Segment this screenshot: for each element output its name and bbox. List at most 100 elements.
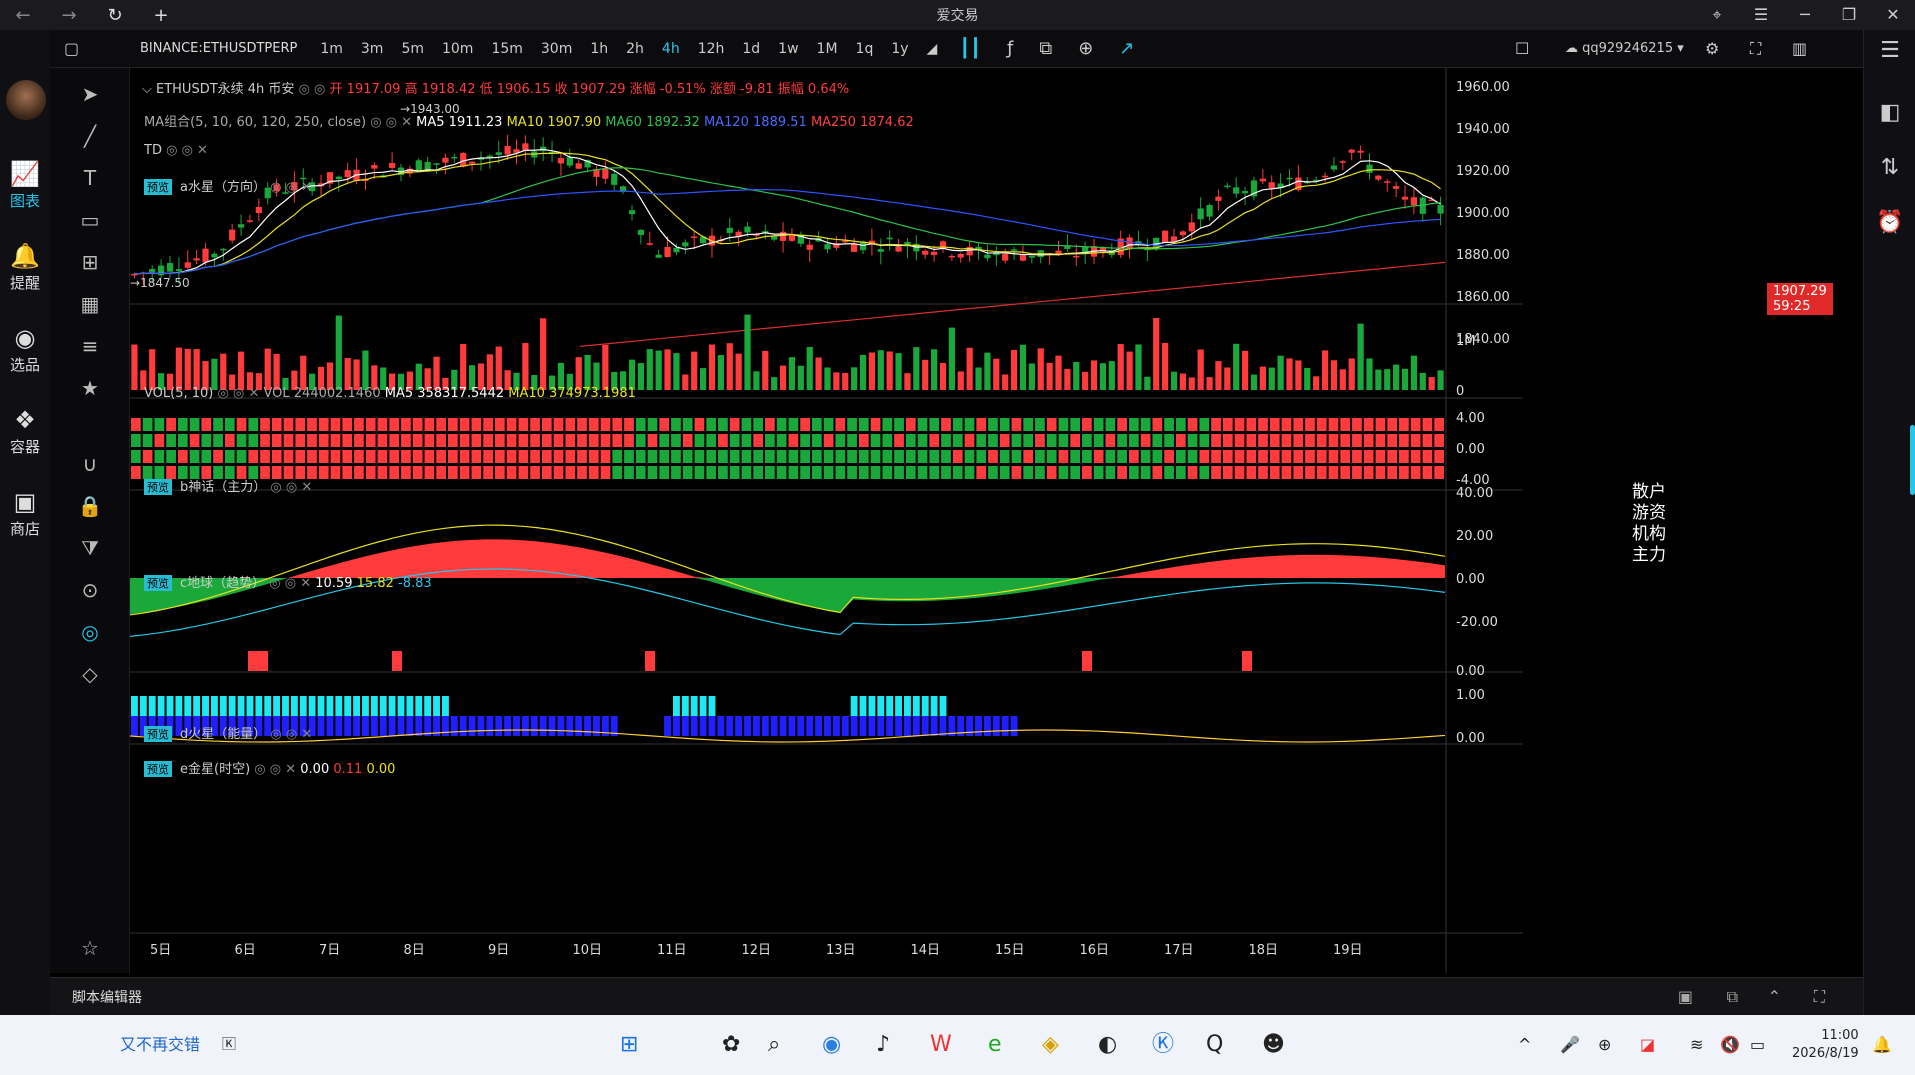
- settings-icon[interactable]: ⚙: [1705, 30, 1719, 68]
- indicator-icon[interactable]: ƒ: [994, 38, 1026, 59]
- taskbar-app-icon[interactable]: ◉: [822, 1015, 841, 1075]
- minimize-icon[interactable]: ─: [1783, 0, 1827, 30]
- signal-cell: [1164, 450, 1174, 463]
- list-icon[interactable]: ☰: [1864, 38, 1915, 63]
- expand-icon[interactable]: ⛶: [1814, 987, 1825, 1007]
- browser-icon[interactable]: e: [988, 1015, 1002, 1075]
- reload-icon[interactable]: ↻: [92, 5, 138, 26]
- qq-icon[interactable]: ☻: [1262, 1015, 1285, 1075]
- nav-alert[interactable]: 🔔 提醒: [0, 240, 50, 293]
- tf-1y[interactable]: 1y: [882, 41, 917, 57]
- tiktok-icon[interactable]: ♪: [876, 1015, 890, 1075]
- chevron-up-icon[interactable]: ^: [1518, 1015, 1531, 1075]
- fullscreen-icon[interactable]: ⛶: [1750, 30, 1761, 68]
- rect-icon[interactable]: ▭: [50, 208, 130, 232]
- nav-chart[interactable]: 📈 图表: [0, 158, 50, 211]
- wifi-icon[interactable]: ≋: [1690, 1015, 1703, 1075]
- grid-icon[interactable]: ▦: [50, 292, 130, 316]
- cursor-icon[interactable]: ➤: [50, 82, 130, 106]
- compare-icon[interactable]: ⧉: [1026, 38, 1065, 59]
- windows-start-icon[interactable]: ⊞: [620, 1015, 638, 1075]
- cloud-user[interactable]: ☁ qq929246215 ▾: [1565, 30, 1684, 68]
- tray-app-icon[interactable]: ◪: [1640, 1015, 1655, 1075]
- preview-badge[interactable]: 预览: [144, 726, 172, 742]
- text-icon[interactable]: T: [50, 166, 130, 190]
- avatar[interactable]: [6, 80, 46, 120]
- preview-badge[interactable]: 预览: [144, 761, 172, 777]
- scrollbar[interactable]: [1910, 425, 1915, 495]
- clock[interactable]: 11:00 2026/8/19: [1792, 1027, 1859, 1063]
- target-icon[interactable]: ⊙: [50, 578, 130, 602]
- taskbar-text[interactable]: 又不再交错: [120, 1015, 200, 1075]
- trend-icon[interactable]: ↗: [1106, 38, 1147, 59]
- candle-type-icon[interactable]: ┃┃: [946, 38, 994, 59]
- alert-add-icon[interactable]: ⊕: [1065, 38, 1106, 59]
- window-icon[interactable]: ▣: [1678, 987, 1693, 1006]
- tf-more-icon[interactable]: ◢: [918, 41, 947, 57]
- tf-10m[interactable]: 10m: [433, 41, 482, 57]
- search-icon[interactable]: ⌕: [768, 1015, 780, 1075]
- keyboard-icon[interactable]: 🄺: [222, 1015, 236, 1075]
- eye-icon[interactable]: ◎: [50, 620, 130, 644]
- symbol-selector[interactable]: BINANCE:ETHUSDTPERP: [140, 41, 297, 56]
- magnet-icon[interactable]: ∪: [50, 452, 130, 476]
- layout-icon[interactable]: ▢: [64, 39, 79, 58]
- menu-icon[interactable]: ☰: [1739, 0, 1783, 30]
- notification-icon[interactable]: 🔔: [1872, 1015, 1892, 1075]
- clock-icon[interactable]: ⏰: [1864, 210, 1915, 235]
- preview-badge[interactable]: 预览: [144, 179, 172, 195]
- filter-icon[interactable]: ⧩: [50, 536, 130, 560]
- volume-icon[interactable]: 🔇: [1720, 1015, 1740, 1075]
- wps-icon[interactable]: W: [930, 1015, 952, 1075]
- lock-icon[interactable]: 🔒: [50, 494, 130, 518]
- tf-1h[interactable]: 1h: [581, 41, 617, 57]
- tf-1m[interactable]: 1m: [311, 41, 352, 57]
- close-icon[interactable]: ✕: [1871, 0, 1915, 30]
- nav-store[interactable]: ▣ 商店: [0, 486, 50, 539]
- mic-icon[interactable]: 🎤: [1560, 1015, 1580, 1075]
- nav-pick[interactable]: ◉ 选品: [0, 322, 50, 375]
- input-icon[interactable]: ⊕: [1598, 1015, 1611, 1075]
- tf-2h[interactable]: 2h: [617, 41, 653, 57]
- tf-5m[interactable]: 5m: [392, 41, 433, 57]
- tf-30m[interactable]: 30m: [532, 41, 581, 57]
- support-icon[interactable]: ⌖: [1695, 0, 1739, 30]
- forward-icon[interactable]: →: [46, 5, 92, 26]
- tf-1d[interactable]: 1d: [733, 41, 769, 57]
- panel-toggle-icon[interactable]: ◧: [1864, 100, 1915, 125]
- battery-icon[interactable]: ▭: [1750, 1015, 1765, 1075]
- chart-area[interactable]: 1960.00 1940.00 1920.00 1900.00 1880.00 1860.…: [130, 68, 1833, 973]
- taskbar-app-icon[interactable]: ✿: [722, 1015, 740, 1075]
- taskbar-app-icon[interactable]: Ⓚ: [1152, 1015, 1174, 1075]
- signal-cell: [858, 434, 869, 447]
- line-icon[interactable]: ╱: [50, 124, 130, 148]
- e-bar-blue: [379, 716, 387, 736]
- square-icon[interactable]: ☐: [1515, 30, 1529, 68]
- tf-4h[interactable]: 4h: [653, 41, 689, 57]
- trade-icon[interactable]: ⇅: [1864, 155, 1915, 180]
- preview-badge[interactable]: 预览: [144, 479, 172, 495]
- tf-3m[interactable]: 3m: [352, 41, 393, 57]
- script-editor-label[interactable]: 脚本编辑器: [72, 987, 142, 1007]
- back-icon[interactable]: ←: [0, 5, 46, 26]
- taskbar-app-icon[interactable]: ◈: [1042, 1015, 1059, 1075]
- tf-1M[interactable]: 1M: [808, 41, 847, 57]
- tf-1q[interactable]: 1q: [847, 41, 883, 57]
- tf-1w[interactable]: 1w: [769, 41, 807, 57]
- eraser-icon[interactable]: ◇: [50, 662, 130, 686]
- new-tab-icon[interactable]: +: [138, 5, 184, 26]
- detach-icon[interactable]: ⧉: [1727, 987, 1738, 1007]
- chevron-up-icon[interactable]: ⌃: [1768, 987, 1781, 1006]
- maximize-icon[interactable]: ❐: [1827, 0, 1871, 30]
- taskbar-app-icon[interactable]: ◐: [1098, 1015, 1117, 1075]
- panel-icon[interactable]: ▥: [1792, 30, 1807, 68]
- taskbar-app-icon[interactable]: Q: [1206, 1015, 1223, 1075]
- fib-icon[interactable]: ≡: [50, 334, 130, 358]
- tf-15m[interactable]: 15m: [482, 41, 531, 57]
- measure-icon[interactable]: ⊞: [50, 250, 130, 274]
- preview-badge[interactable]: 预览: [144, 575, 172, 591]
- nav-container[interactable]: ❖ 容器: [0, 404, 50, 457]
- star-icon[interactable]: ★: [50, 376, 130, 400]
- favorite-icon[interactable]: ☆: [50, 936, 130, 960]
- tf-12h[interactable]: 12h: [689, 41, 734, 57]
